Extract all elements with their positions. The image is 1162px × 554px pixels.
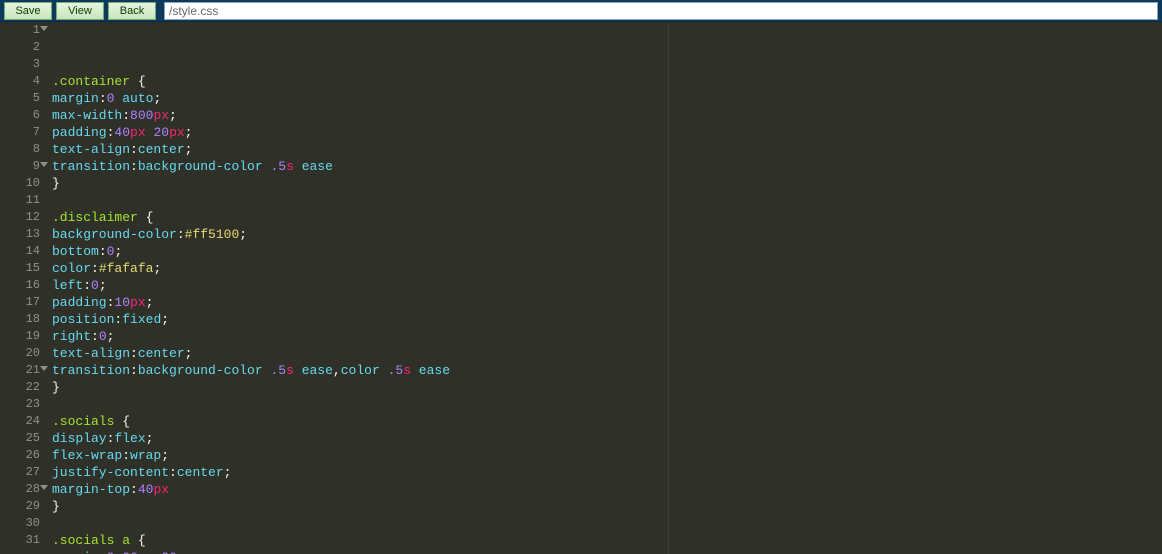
code-line[interactable]: .container {: [52, 73, 1162, 90]
line-number: 30: [0, 515, 40, 532]
code-area[interactable]: .container {margin:0 auto;max-width:800p…: [48, 22, 1162, 554]
code-line[interactable]: transition:background-color .5s ease,col…: [52, 362, 1162, 379]
view-button[interactable]: View: [56, 2, 104, 20]
line-number: 15: [0, 260, 40, 277]
file-path-input[interactable]: /style.css: [164, 2, 1158, 20]
line-number: 7: [0, 124, 40, 141]
line-number: 24: [0, 413, 40, 430]
line-number: 16: [0, 277, 40, 294]
line-number: 17: [0, 294, 40, 311]
code-line[interactable]: [52, 192, 1162, 209]
line-number: 4: [0, 73, 40, 90]
code-line[interactable]: color:#fafafa;: [52, 260, 1162, 277]
line-number: 1: [0, 22, 40, 39]
code-line[interactable]: max-width:800px;: [52, 107, 1162, 124]
code-line[interactable]: }: [52, 175, 1162, 192]
save-button[interactable]: Save: [4, 2, 52, 20]
line-number-gutter: 1234567891011121314151617181920212223242…: [0, 22, 48, 554]
code-line[interactable]: position:fixed;: [52, 311, 1162, 328]
code-line[interactable]: text-align:center;: [52, 345, 1162, 362]
code-line[interactable]: }: [52, 498, 1162, 515]
line-number: 11: [0, 192, 40, 209]
toolbar: Save View Back /style.css: [0, 0, 1162, 22]
code-line[interactable]: left:0;: [52, 277, 1162, 294]
line-number: 22: [0, 379, 40, 396]
code-line[interactable]: justify-content:center;: [52, 464, 1162, 481]
code-line[interactable]: bottom:0;: [52, 243, 1162, 260]
line-number: 26: [0, 447, 40, 464]
line-number: 23: [0, 396, 40, 413]
line-number: 3: [0, 56, 40, 73]
line-number: 5: [0, 90, 40, 107]
line-number: 29: [0, 498, 40, 515]
line-number: 2: [0, 39, 40, 56]
code-line[interactable]: .disclaimer {: [52, 209, 1162, 226]
line-number: 9: [0, 158, 40, 175]
code-line[interactable]: text-align:center;: [52, 141, 1162, 158]
code-editor[interactable]: 1234567891011121314151617181920212223242…: [0, 22, 1162, 554]
back-button[interactable]: Back: [108, 2, 156, 20]
line-number: 25: [0, 430, 40, 447]
line-number: 31: [0, 532, 40, 549]
line-number: 18: [0, 311, 40, 328]
code-line[interactable]: transition:background-color .5s ease: [52, 158, 1162, 175]
line-number: 27: [0, 464, 40, 481]
line-number: 19: [0, 328, 40, 345]
print-margin: [668, 22, 669, 554]
line-number: 21: [0, 362, 40, 379]
line-number: 8: [0, 141, 40, 158]
code-line[interactable]: padding:40px 20px;: [52, 124, 1162, 141]
code-line[interactable]: margin:0 20px 20px: [52, 549, 1162, 554]
line-number: 28: [0, 481, 40, 498]
code-line[interactable]: [52, 515, 1162, 532]
line-number: 6: [0, 107, 40, 124]
line-number: 20: [0, 345, 40, 362]
code-line[interactable]: flex-wrap:wrap;: [52, 447, 1162, 464]
code-line[interactable]: [52, 396, 1162, 413]
code-line[interactable]: .socials {: [52, 413, 1162, 430]
code-line[interactable]: margin:0 auto;: [52, 90, 1162, 107]
code-line[interactable]: padding:10px;: [52, 294, 1162, 311]
code-line[interactable]: display:flex;: [52, 430, 1162, 447]
line-number: 14: [0, 243, 40, 260]
line-number: 10: [0, 175, 40, 192]
line-number: 12: [0, 209, 40, 226]
code-line[interactable]: right:0;: [52, 328, 1162, 345]
code-line[interactable]: background-color:#ff5100;: [52, 226, 1162, 243]
line-number: 13: [0, 226, 40, 243]
code-line[interactable]: .socials a {: [52, 532, 1162, 549]
code-line[interactable]: }: [52, 379, 1162, 396]
code-line[interactable]: margin-top:40px: [52, 481, 1162, 498]
